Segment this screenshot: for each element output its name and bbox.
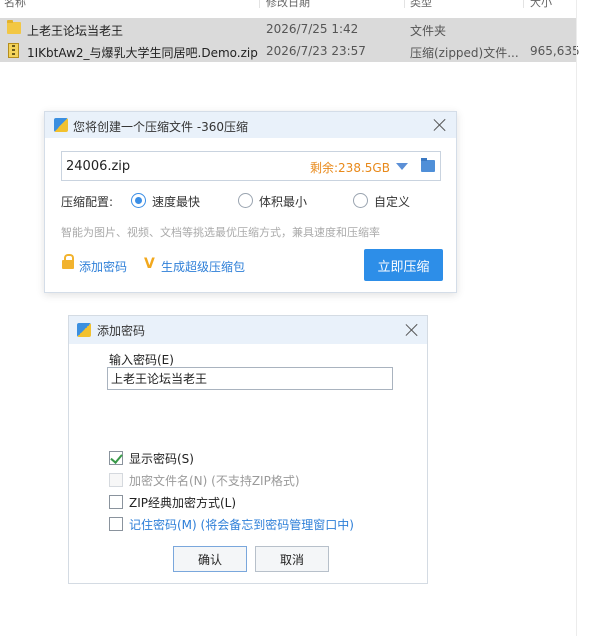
folder-icon (7, 20, 21, 34)
file-name: 上老王论坛当老王 (27, 24, 124, 38)
show-password-checkbox[interactable] (109, 451, 123, 465)
add-password-dialog: 添加密码 输入密码(E) 显示密码(S) 加密文件名(N) (不支持ZIP格式)… (68, 315, 428, 584)
password-label: 输入密码(E) (109, 353, 174, 367)
lock-icon[interactable] (62, 254, 74, 269)
super-compress-link[interactable]: 生成超级压缩包 (161, 258, 245, 275)
radio-custom[interactable] (353, 193, 368, 208)
chevron-down-icon[interactable] (396, 163, 408, 170)
compress-now-button[interactable]: 立即压缩 (364, 249, 443, 281)
encrypt-filename-checkbox (109, 473, 123, 487)
radio-fastest-label[interactable]: 速度最快 (152, 193, 200, 210)
file-date: 2026/7/23 23:57 (266, 44, 366, 58)
file-row-folder[interactable]: 上老王论坛当老王 2026/7/25 1:42 文件夹 (0, 18, 576, 40)
browse-folder-icon[interactable] (421, 158, 435, 172)
radio-smallest-label[interactable]: 体积最小 (259, 193, 307, 210)
archive-filename[interactable]: 24006.zip (66, 159, 130, 174)
file-type: 文件夹 (410, 24, 447, 38)
password-input[interactable] (107, 367, 393, 390)
column-name[interactable]: 名称 (4, 0, 26, 10)
window-edge (576, 0, 577, 636)
column-header: 名称 修改日期 类型 大小 (0, 0, 576, 10)
show-password-label[interactable]: 显示密码(S) (129, 450, 194, 467)
file-row-zip[interactable]: 1IKbtAw2_与爆乳大学生同居吧.Demo.zip 2026/7/23 23… (0, 40, 580, 62)
vip-v-icon[interactable]: V (144, 256, 155, 272)
config-label: 压缩配置: (61, 195, 114, 209)
dialog-titlebar[interactable]: 添加密码 (69, 316, 427, 344)
remember-password-label[interactable]: 记住密码(M) (将会备忘到密码管理窗口中) (129, 516, 354, 533)
archive-path-field[interactable]: 24006.zip 剩余:238.5GB (61, 151, 441, 181)
zip-file-icon (8, 43, 19, 58)
app-360-icon (54, 118, 68, 132)
column-date[interactable]: 修改日期 (266, 0, 310, 10)
file-type: 压缩(zipped)文件... (410, 46, 519, 60)
zip-classic-label[interactable]: ZIP经典加密方式(L) (129, 494, 236, 511)
app-360-icon (77, 323, 91, 337)
confirm-button[interactable]: 确认 (173, 546, 247, 572)
compress-hint: 智能为图片、视频、文档等挑选最优压缩方式，兼具速度和压缩率 (61, 226, 380, 239)
file-size: 965,635 (530, 44, 580, 58)
file-explorer-list: 名称 修改日期 类型 大小 上老王论坛当老王 2026/7/25 1:42 文件… (0, 0, 580, 62)
dialog-titlebar[interactable]: 您将创建一个压缩文件 -360压缩 (45, 112, 456, 138)
zip-classic-checkbox[interactable] (109, 495, 123, 509)
compress-dialog: 您将创建一个压缩文件 -360压缩 24006.zip 剩余:238.5GB 压… (44, 111, 457, 293)
remember-password-checkbox[interactable] (109, 517, 123, 531)
column-size[interactable]: 大小 (530, 0, 552, 10)
radio-custom-label[interactable]: 自定义 (374, 193, 410, 210)
file-date: 2026/7/25 1:42 (266, 22, 359, 36)
radio-smallest[interactable] (238, 193, 253, 208)
cancel-button[interactable]: 取消 (255, 546, 329, 572)
dialog-title: 您将创建一个压缩文件 -360压缩 (73, 120, 249, 134)
close-icon[interactable] (404, 322, 420, 338)
column-divider[interactable] (259, 0, 260, 8)
file-name: 1IKbtAw2_与爆乳大学生同居吧.Demo.zip (27, 46, 258, 60)
dialog-title: 添加密码 (97, 324, 146, 338)
column-type[interactable]: 类型 (410, 0, 432, 10)
add-password-link[interactable]: 添加密码 (79, 258, 127, 275)
column-divider[interactable] (523, 0, 524, 8)
remaining-space: 剩余:238.5GB (310, 161, 390, 175)
close-icon[interactable] (432, 117, 448, 133)
encrypt-filename-label: 加密文件名(N) (不支持ZIP格式) (129, 474, 300, 488)
column-divider[interactable] (404, 0, 405, 8)
radio-fastest[interactable] (131, 193, 146, 208)
